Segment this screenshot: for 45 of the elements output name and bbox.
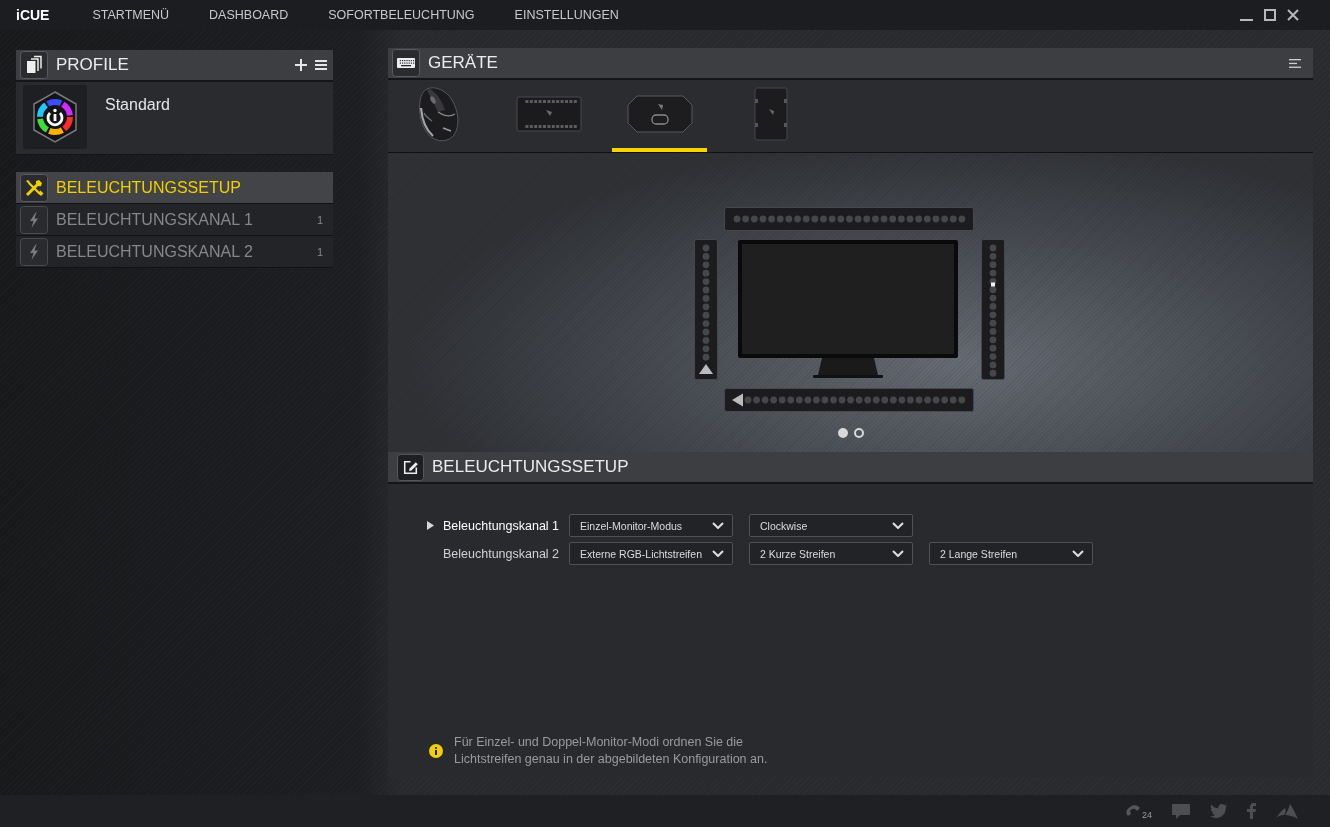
- device-box-icon: [753, 87, 788, 141]
- sidebar-item[interactable]: BELEUCHTUNGSSETUP: [16, 172, 333, 204]
- nav-link[interactable]: DASHBOARD: [209, 8, 289, 22]
- dropdown[interactable]: Clockwise: [749, 514, 913, 537]
- chevron-icon: [1072, 550, 1084, 557]
- plus-icon[interactable]: [295, 59, 307, 71]
- info-icon: [429, 744, 443, 758]
- triangle-icon: [427, 521, 434, 530]
- dropdown[interactable]: 2 Kurze Streifen: [749, 542, 913, 565]
- profile-item[interactable]: Standard: [16, 82, 333, 155]
- app-logo: iCUE: [16, 7, 50, 23]
- chevron-icon: [712, 522, 724, 529]
- lightning-icon: [20, 237, 48, 266]
- hexagon-power-icon: [23, 85, 87, 149]
- chevron-icon: [892, 522, 904, 529]
- maximize-icon[interactable]: [1264, 9, 1276, 21]
- controller-icon: [515, 96, 582, 132]
- list-icon[interactable]: [1289, 58, 1301, 68]
- pager-dot[interactable]: [837, 428, 848, 438]
- info-text: Für Einzel- und Doppel-Monitor-Modi ordnen Sie die Lichtstreifen genau in der abgebildeten Konfiguration an.: [454, 734, 768, 768]
- channel-label[interactable]: Beleuchtungskanal 2: [427, 546, 565, 561]
- phone-icon: [1125, 804, 1141, 818]
- menu-icon[interactable]: [315, 60, 327, 70]
- lightning-icon: [20, 205, 48, 234]
- dropdown[interactable]: 2 Lange Streifen: [929, 542, 1093, 565]
- nav-link[interactable]: EINSTELLUNGEN: [514, 8, 619, 22]
- tools-icon: [20, 173, 48, 202]
- pager-dot[interactable]: [853, 428, 864, 438]
- panel-title: PROFILE: [56, 55, 129, 75]
- dropdown[interactable]: Externe RGB-Lichtstreifen: [569, 542, 733, 565]
- pages-icon: [20, 51, 48, 79]
- nav-link[interactable]: STARTMENÜ: [92, 8, 170, 22]
- sidebar-item[interactable]: BELEUCHTUNGSKANAL 2 1: [16, 236, 333, 268]
- chevron-icon: [712, 550, 724, 557]
- chevron-icon: [892, 550, 904, 557]
- sidebar-item[interactable]: BELEUCHTUNGSKANAL 1 1: [16, 204, 333, 236]
- panel-title: GERÄTE: [428, 53, 498, 73]
- support-button[interactable]: 24: [1125, 804, 1152, 818]
- hub-icon: [626, 95, 693, 133]
- close-icon[interactable]: [1287, 9, 1299, 21]
- channel-label[interactable]: Beleuchtungskanal 1: [427, 518, 565, 533]
- panel-title: BELEUCHTUNGSSETUP: [432, 457, 629, 477]
- keyboard-icon: [392, 49, 420, 77]
- dropdown[interactable]: Einzel-Monitor-Modus: [569, 514, 733, 537]
- nav-link[interactable]: SOFORTBELEUCHTUNG: [328, 8, 475, 22]
